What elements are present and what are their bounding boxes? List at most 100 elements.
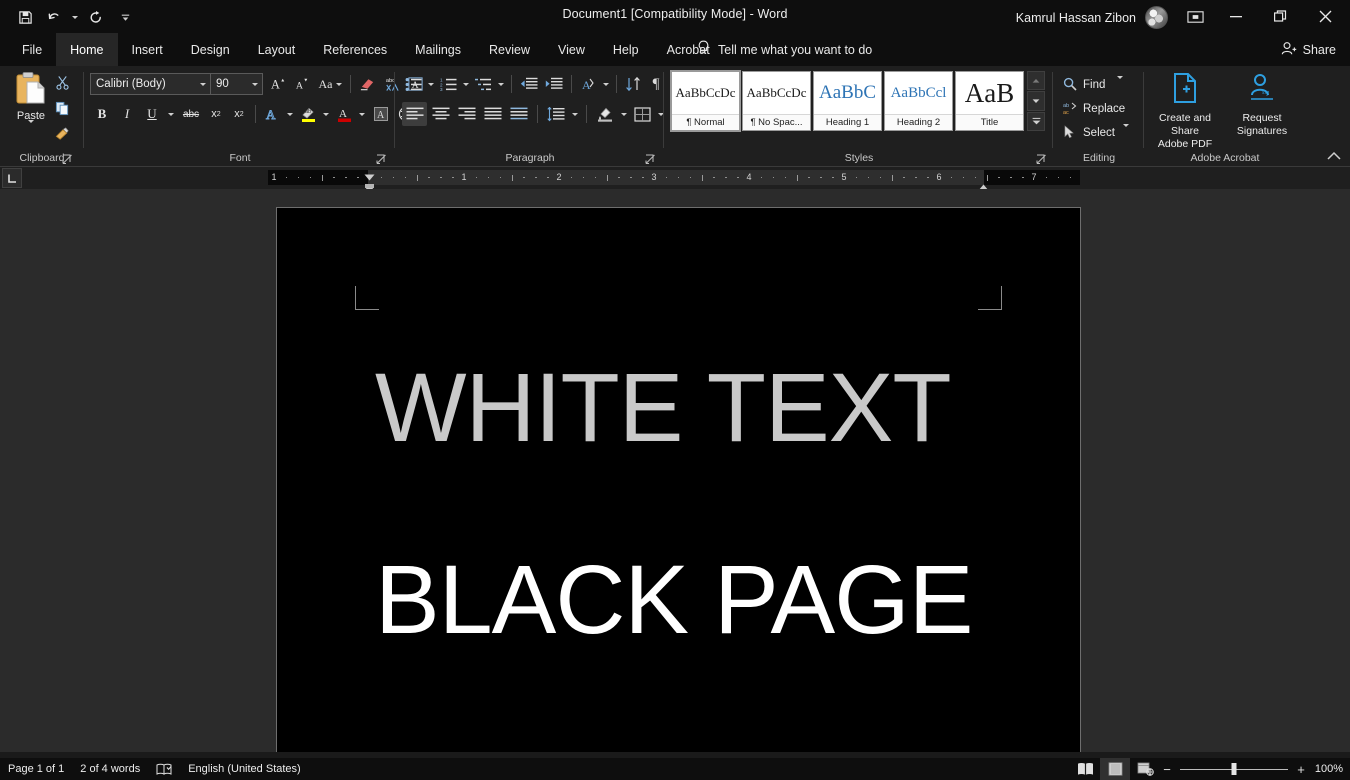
multilevel-list-icon[interactable] — [472, 73, 494, 95]
shrink-font-icon[interactable]: A — [291, 73, 313, 95]
create-and-share-adobe-pdf-button[interactable]: Create and Share Adobe PDF — [1148, 72, 1222, 144]
text-effects-icon[interactable]: A — [261, 102, 283, 126]
tab-file[interactable]: File — [8, 33, 56, 66]
zoom-slider-thumb[interactable] — [1232, 763, 1237, 775]
style-item-heading-1[interactable]: AaBbC Heading 1 — [813, 71, 882, 131]
zoom-in-button[interactable]: + — [1294, 762, 1308, 777]
underline-dropdown-icon[interactable] — [165, 102, 177, 126]
borders-icon[interactable] — [630, 102, 654, 126]
sort-icon[interactable] — [622, 73, 644, 95]
styles-scroll-down-icon[interactable] — [1027, 91, 1045, 110]
tab-insert[interactable]: Insert — [118, 33, 177, 66]
undo-icon[interactable] — [41, 5, 67, 29]
zoom-out-button[interactable]: − — [1160, 762, 1174, 777]
status-page-number[interactable]: Page 1 of 1 — [0, 758, 72, 780]
tell-me-search[interactable]: Tell me what you want to do — [697, 33, 872, 66]
align-right-icon[interactable] — [454, 102, 479, 126]
customize-quick-access-icon[interactable] — [112, 5, 138, 29]
subscript-icon[interactable]: x2 — [205, 102, 227, 126]
paragraph-dialog-launcher[interactable] — [645, 152, 656, 163]
styles-scroll-up-icon[interactable] — [1027, 71, 1045, 90]
numbering-dropdown-icon[interactable] — [460, 73, 471, 95]
character-shading-icon[interactable]: A — [369, 102, 393, 126]
italic-icon[interactable]: I — [115, 102, 139, 126]
distributed-icon[interactable] — [506, 102, 531, 126]
save-icon[interactable] — [12, 5, 38, 29]
ribbon-display-options-icon[interactable] — [1182, 6, 1208, 28]
text-highlight-dropdown-icon[interactable] — [320, 102, 332, 126]
share-button[interactable]: Share — [1281, 33, 1336, 66]
left-tab-stop-icon[interactable] — [2, 168, 22, 188]
align-center-icon[interactable] — [428, 102, 453, 126]
clear-formatting-icon[interactable] — [356, 73, 378, 95]
paste-dropdown-icon[interactable] — [28, 123, 34, 141]
strikethrough-icon[interactable]: abc — [178, 102, 204, 126]
collapse-ribbon-icon[interactable] — [1326, 149, 1342, 163]
style-item-no-spacing[interactable]: AaBbCcDc ¶ No Spac... — [742, 71, 811, 131]
asian-layout-dropdown-icon[interactable] — [600, 73, 611, 95]
text-highlight-color-icon[interactable]: ab — [297, 102, 319, 126]
find-button[interactable]: Find — [1060, 74, 1126, 96]
document-text-line-2[interactable]: BLACK PAGE — [375, 544, 972, 656]
underline-icon[interactable]: U — [140, 102, 164, 126]
decrease-indent-icon[interactable] — [517, 73, 541, 95]
style-item-normal[interactable]: AaBbCcDc ¶ Normal — [671, 71, 740, 131]
font-name-dropdown-icon[interactable] — [196, 74, 210, 94]
print-layout-icon[interactable] — [1100, 758, 1130, 780]
format-painter-icon[interactable] — [50, 124, 74, 145]
web-layout-icon[interactable] — [1130, 758, 1160, 780]
find-dropdown-icon[interactable] — [1117, 79, 1123, 91]
styles-more-icon[interactable] — [1027, 112, 1045, 131]
line-spacing-dropdown-icon[interactable] — [569, 102, 580, 126]
zoom-level[interactable]: 100% — [1308, 763, 1350, 775]
redo-icon[interactable] — [83, 5, 109, 29]
account-info[interactable]: Kamrul Hassan Zibon — [1016, 6, 1168, 29]
select-button[interactable]: Select — [1060, 122, 1132, 144]
clipboard-dialog-launcher[interactable] — [62, 152, 73, 163]
increase-indent-icon[interactable] — [542, 73, 566, 95]
text-effects-dropdown-icon[interactable] — [284, 102, 296, 126]
proofing-errors-icon[interactable] — [148, 758, 180, 780]
zoom-slider[interactable] — [1180, 758, 1288, 780]
minimize-button[interactable] — [1213, 0, 1258, 33]
grow-font-icon[interactable]: A — [267, 73, 289, 95]
read-mode-icon[interactable] — [1070, 758, 1100, 780]
line-spacing-icon[interactable] — [544, 102, 568, 126]
tab-mailings[interactable]: Mailings — [401, 33, 475, 66]
select-dropdown-icon[interactable] — [1123, 127, 1129, 139]
bullets-dropdown-icon[interactable] — [425, 73, 436, 95]
font-size-input[interactable]: 90 — [210, 74, 248, 94]
font-color-dropdown-icon[interactable] — [356, 102, 368, 126]
bold-icon[interactable]: B — [90, 102, 114, 126]
copy-icon[interactable] — [50, 98, 74, 119]
left-indent-marker[interactable] — [365, 184, 374, 188]
paste-button[interactable]: Paste — [8, 71, 54, 143]
justify-icon[interactable] — [480, 102, 505, 126]
style-item-heading-2[interactable]: AaBbCcl Heading 2 — [884, 71, 953, 131]
asian-layout-icon[interactable]: A — [577, 73, 599, 95]
style-item-title[interactable]: AaB Title — [955, 71, 1024, 131]
tab-review[interactable]: Review — [475, 33, 544, 66]
align-left-icon[interactable] — [402, 102, 427, 126]
tab-layout[interactable]: Layout — [244, 33, 310, 66]
status-word-count[interactable]: 2 of 4 words — [72, 758, 148, 780]
document-page[interactable]: WHITE TEXT BLACK PAGE — [276, 207, 1081, 753]
change-case-icon[interactable]: Aa — [315, 73, 345, 95]
tab-home[interactable]: Home — [56, 33, 117, 66]
cut-icon[interactable] — [50, 72, 74, 93]
tab-help[interactable]: Help — [599, 33, 653, 66]
font-size-dropdown-icon[interactable] — [248, 74, 262, 94]
restore-button[interactable] — [1258, 0, 1303, 33]
tab-references[interactable]: References — [309, 33, 401, 66]
close-button[interactable] — [1303, 0, 1348, 33]
styles-dialog-launcher[interactable] — [1036, 152, 1047, 163]
tab-view[interactable]: View — [544, 33, 599, 66]
document-canvas[interactable]: WHITE TEXT BLACK PAGE — [0, 189, 1350, 753]
shading-icon[interactable] — [593, 102, 617, 126]
undo-dropdown-icon[interactable] — [70, 5, 80, 29]
numbering-icon[interactable]: 123 — [437, 73, 459, 95]
multilevel-list-dropdown-icon[interactable] — [495, 73, 506, 95]
shading-dropdown-icon[interactable] — [618, 102, 629, 126]
tab-design[interactable]: Design — [177, 33, 244, 66]
font-color-icon[interactable]: A — [333, 102, 355, 126]
